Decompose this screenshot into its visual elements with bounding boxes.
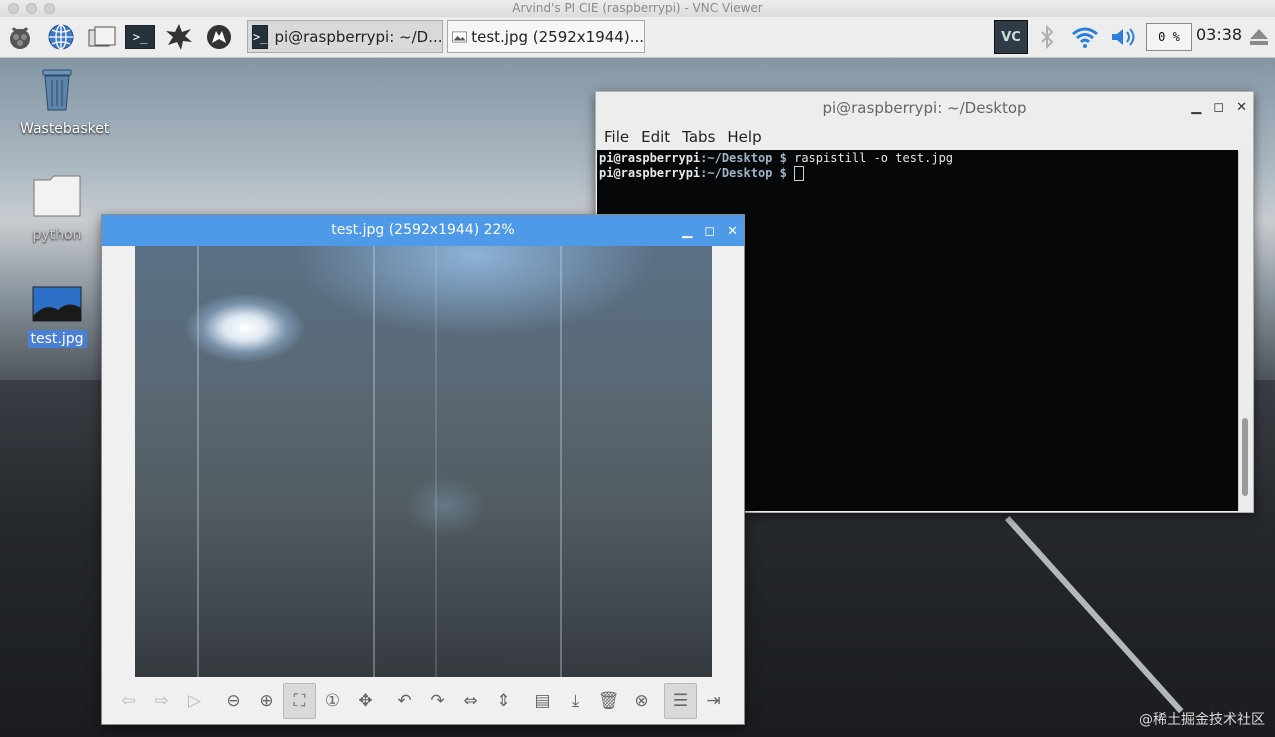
menu-edit[interactable]: Edit [635,128,676,146]
terminal-icon: >_ [252,24,269,49]
zoom-dot-icon[interactable] [44,3,55,14]
viewer-toolbar: ⇦ ⇨ ▷ ⊖ ⊕ ⛶ ① ✥ ↶ ↷ ⇔ ⇕ ▤ ⤓ 🗑 ⊗ ☰ ⇥ [102,677,744,725]
maximize-icon[interactable]: ◻ [1213,92,1224,124]
menu-file[interactable]: File [598,128,635,146]
fullscreen-icon[interactable]: ✥ [349,683,382,719]
clock[interactable]: 03:38 [1196,25,1242,44]
terminal-line: pi@raspberrypi:~/Desktop $ raspistill -o… [599,151,1237,166]
vnc-title: Arvind's PI CIE (raspberrypi) - VNC View… [512,1,763,15]
volume-icon[interactable] [1108,21,1140,53]
image-file-icon [32,286,82,322]
minimize-icon[interactable]: ▁ [682,216,692,247]
desktop-icon-label: Wastebasket [20,121,110,137]
text-cursor [794,166,805,181]
taskbar-image-viewer-button[interactable]: test.jpg (2592x1944)... [447,20,645,53]
wolfram-icon[interactable] [203,21,235,53]
taskbar-terminal-button[interactable]: >_ pi@raspberrypi: ~/D... [247,20,443,53]
task-label: test.jpg (2592x1944)... [471,27,644,46]
desktop-icon-folder[interactable]: python [17,174,97,244]
cancel-icon[interactable]: ⊗ [625,683,658,719]
web-browser-icon[interactable] [45,21,77,53]
zoom-in-icon[interactable]: ⊕ [250,683,283,719]
fit-to-window-icon[interactable]: ⛶ [283,683,316,719]
file-manager-icon[interactable] [86,21,118,53]
folder-icon [33,175,81,217]
terminal-title: pi@raspberrypi: ~/Desktop [822,99,1027,117]
close-icon[interactable]: ✕ [727,216,738,247]
maximize-icon[interactable]: ◻ [704,216,715,247]
taskbar: >_ >_ pi@raspberrypi: ~/D... test.jpg (2… [0,17,1275,58]
original-size-icon[interactable]: ① [316,683,349,719]
rotate-right-icon[interactable]: ↷ [421,683,454,719]
bluetooth-icon[interactable] [1034,21,1060,53]
close-dot-icon[interactable] [8,3,19,14]
image-viewer-window[interactable]: test.jpg (2592x1944) 22% ▁ ◻ ✕ ⇦ ⇨ ▷ ⊖ ⊕… [101,214,745,725]
flip-horizontal-icon[interactable]: ⇔ [454,683,487,719]
desktop-icon-wastebasket[interactable]: Wastebasket [17,68,109,138]
watermark: @稀土掘金技术社区 [1139,712,1265,728]
close-icon[interactable]: ✕ [1236,92,1247,124]
photo-detail [560,246,562,677]
minimize-icon[interactable]: ▁ [1191,92,1201,124]
preferences-icon[interactable]: ☰ [664,683,697,719]
image-viewer-titlebar[interactable]: test.jpg (2592x1944) 22% ▁ ◻ ✕ [102,215,744,246]
photo-detail [197,246,199,677]
eject-icon[interactable] [1246,21,1272,53]
image-canvas[interactable] [135,246,712,677]
prompt-user: pi@raspberrypi [599,151,701,165]
vnc-server-icon[interactable]: VC [994,20,1028,54]
vnc-label: VC [994,20,1028,54]
terminal-scrollbar[interactable] [1238,150,1252,511]
open-file-icon[interactable]: ▤ [526,683,559,719]
task-label: pi@raspberrypi: ~/D... [274,27,443,46]
terminal-launcher-icon[interactable]: >_ [124,21,156,53]
next-icon[interactable]: ⇨ [145,683,178,719]
prompt-path: :~/Desktop $ [700,151,787,165]
slideshow-icon[interactable]: ▷ [178,683,211,719]
quit-icon[interactable]: ⇥ [697,683,730,719]
flip-vertical-icon[interactable]: ⇕ [487,683,520,719]
vnc-title-bar: Arvind's PI CIE (raspberrypi) - VNC View… [0,0,1275,18]
prompt-path: :~/Desktop $ [700,166,787,180]
delete-file-icon[interactable]: 🗑 [592,683,625,719]
terminal-line: pi@raspberrypi:~/Desktop $ [599,166,1237,181]
image-viewer-title: test.jpg (2592x1944) 22% [331,222,515,238]
prompt-user: pi@raspberrypi [599,166,701,180]
raspberry-menu-icon[interactable] [4,21,36,53]
desktop-icon-test-jpg[interactable]: test.jpg [17,286,97,348]
minimize-dot-icon[interactable] [26,3,37,14]
menu-tabs[interactable]: Tabs [676,128,721,146]
terminal-titlebar[interactable]: pi@raspberrypi: ~/Desktop ▁ ◻ ✕ [596,92,1253,124]
previous-icon[interactable]: ⇦ [112,683,145,719]
image-icon [452,31,467,42]
save-file-icon[interactable]: ⤓ [559,683,592,719]
cpu-monitor[interactable]: 0 % [1146,23,1192,51]
terminal-menubar: File Edit Tabs Help [596,124,1253,150]
photo-detail [435,246,437,677]
zoom-out-icon[interactable]: ⊖ [217,683,250,719]
photo-detail [373,246,375,677]
scrollbar-thumb[interactable] [1242,418,1248,496]
photo [135,246,712,677]
rotate-left-icon[interactable]: ↶ [388,683,421,719]
terminal-command: raspistill -o test.jpg [794,151,954,165]
menu-help[interactable]: Help [721,128,767,146]
desktop-icon-label: test.jpg [27,330,87,348]
wastebasket-icon [42,69,72,111]
desktop-icon-label: python [32,227,82,243]
mathematica-icon[interactable] [163,21,195,53]
wifi-icon[interactable] [1068,21,1102,53]
